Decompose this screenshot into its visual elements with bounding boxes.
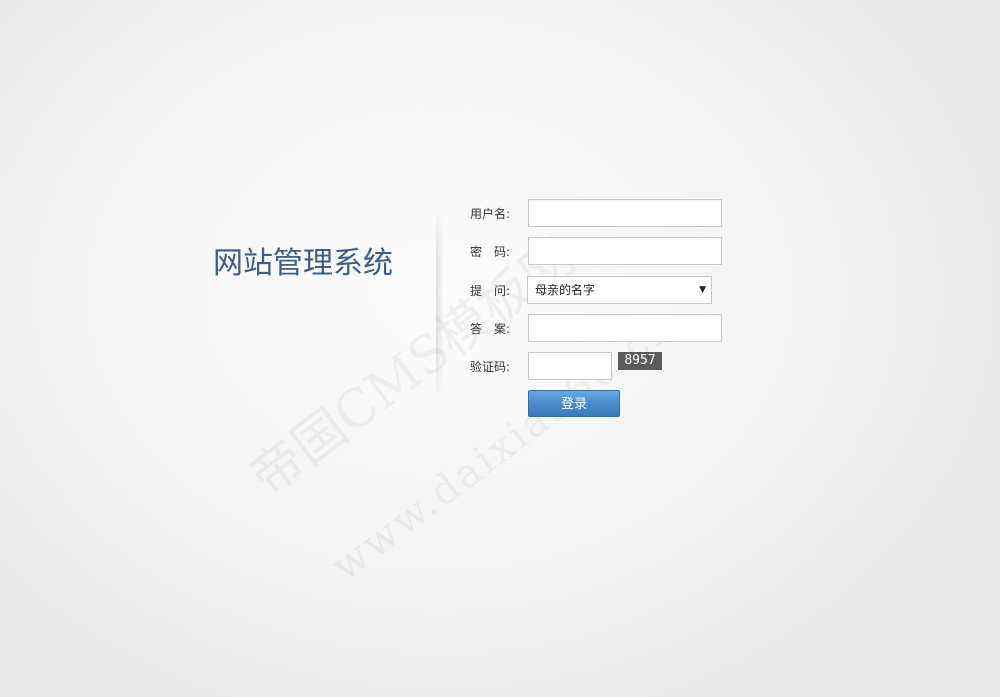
watermark: 帝国CMS模板网 www.daixia360.cn	[240, 227, 685, 590]
captcha-row: 验证码: 8957	[470, 352, 730, 382]
captcha-input[interactable]	[528, 352, 612, 380]
question-select-value: 母亲的名字	[535, 283, 596, 297]
question-row: 提 问: 母亲的名字 ▼	[470, 276, 730, 306]
password-row: 密 码:	[470, 237, 730, 267]
dropdown-arrow-icon: ▼	[699, 285, 706, 295]
password-label: 密 码:	[470, 245, 511, 259]
divider	[436, 208, 444, 400]
system-title: 网站管理系统	[213, 246, 393, 281]
username-row: 用户名:	[470, 199, 730, 229]
answer-label: 答 案:	[470, 322, 511, 336]
question-select[interactable]: 母亲的名字 ▼	[527, 276, 712, 304]
answer-input[interactable]	[528, 314, 722, 342]
captcha-image[interactable]: 8957	[618, 352, 662, 370]
password-input[interactable]	[528, 237, 722, 265]
login-button[interactable]: 登录	[528, 390, 620, 417]
username-label: 用户名:	[470, 207, 511, 221]
watermark-line2: www.daixia360.cn	[323, 302, 684, 590]
question-label: 提 问:	[470, 284, 511, 298]
username-input[interactable]	[528, 199, 722, 227]
captcha-label: 验证码:	[470, 360, 511, 374]
answer-row: 答 案:	[470, 314, 730, 344]
